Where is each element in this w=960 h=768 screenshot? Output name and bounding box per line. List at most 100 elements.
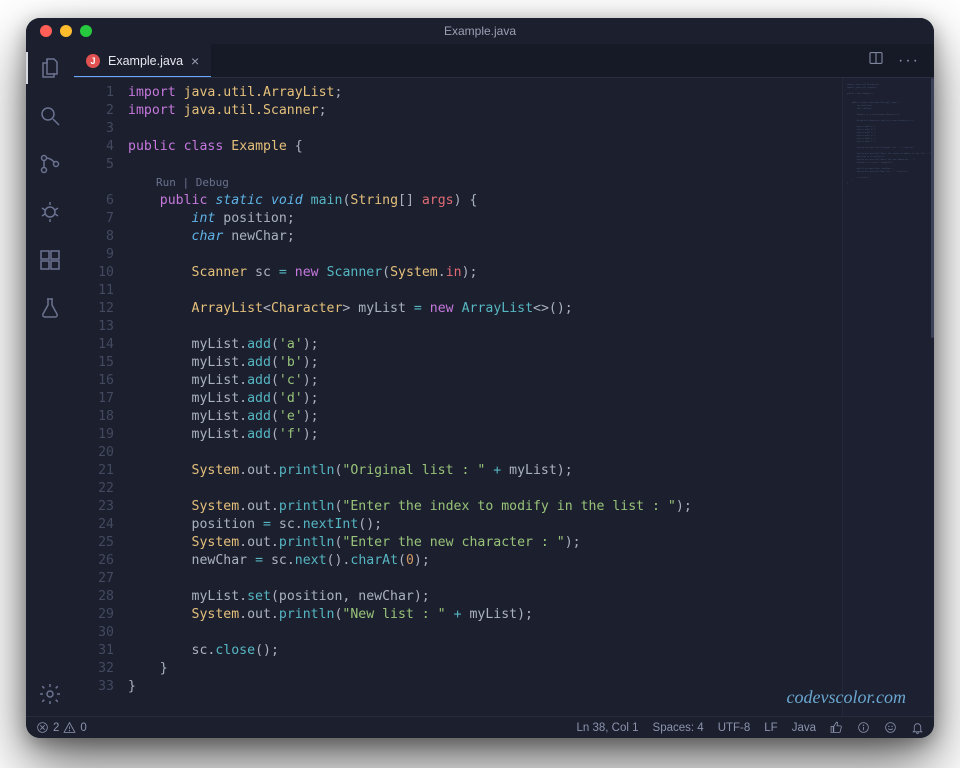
line-number: 7 bbox=[74, 210, 114, 228]
problems-status[interactable]: 2 0 bbox=[36, 721, 87, 734]
beaker-icon bbox=[38, 296, 62, 320]
code-line[interactable]: import java.util.Scanner; bbox=[128, 102, 842, 120]
line-number: 19 bbox=[74, 426, 114, 444]
line-number: 25 bbox=[74, 534, 114, 552]
tab-example-java[interactable]: J Example.java × bbox=[74, 44, 211, 77]
line-number: 14 bbox=[74, 336, 114, 354]
titlebar: Example.java bbox=[26, 18, 934, 44]
code-content[interactable]: import java.util.ArrayList;import java.u… bbox=[128, 84, 842, 696]
line-number: 20 bbox=[74, 444, 114, 462]
code-line[interactable]: Scanner sc = new Scanner(System.in); bbox=[128, 264, 842, 282]
code-line[interactable]: System.out.println("Enter the new charac… bbox=[128, 534, 842, 552]
tab-bar: J Example.java × ··· bbox=[74, 44, 934, 78]
thumbs-up-button[interactable] bbox=[830, 721, 843, 734]
line-number: 8 bbox=[74, 228, 114, 246]
code-line[interactable]: public class Example { bbox=[128, 138, 842, 156]
indentation-status[interactable]: Spaces: 4 bbox=[653, 722, 704, 734]
window-title: Example.java bbox=[26, 24, 934, 38]
code-line[interactable]: myList.add('e'); bbox=[128, 408, 842, 426]
code-line[interactable]: newChar = sc.next().charAt(0); bbox=[128, 552, 842, 570]
code-line[interactable]: position = sc.nextInt(); bbox=[128, 516, 842, 534]
line-number: 2 bbox=[74, 102, 114, 120]
source-control-tab[interactable] bbox=[26, 148, 74, 180]
more-actions-button[interactable]: ··· bbox=[898, 52, 920, 70]
cursor-position[interactable]: Ln 38, Col 1 bbox=[577, 722, 639, 734]
code-line[interactable]: myList.set(position, newChar); bbox=[128, 588, 842, 606]
activity-bar bbox=[26, 44, 74, 716]
line-number-gutter: 12345 6789101112131415161718192021222324… bbox=[74, 78, 128, 716]
editor-actions: ··· bbox=[868, 44, 934, 77]
line-number: 15 bbox=[74, 354, 114, 372]
warning-icon bbox=[63, 721, 76, 734]
code-line[interactable] bbox=[128, 246, 842, 264]
line-number: 28 bbox=[74, 588, 114, 606]
code-line[interactable] bbox=[128, 570, 842, 588]
status-bar: 2 0 Ln 38, Col 1 Spaces: 4 UTF-8 LF Java bbox=[26, 716, 934, 738]
codelens-run[interactable]: Run bbox=[156, 176, 176, 189]
line-number: 17 bbox=[74, 390, 114, 408]
code-line[interactable]: myList.add('a'); bbox=[128, 336, 842, 354]
language-mode[interactable]: Java bbox=[792, 722, 816, 734]
minimap-scrollbar[interactable] bbox=[931, 78, 934, 338]
line-number: 3 bbox=[74, 120, 114, 138]
testing-tab[interactable] bbox=[26, 292, 74, 324]
code-line[interactable] bbox=[128, 624, 842, 642]
line-number: 9 bbox=[74, 246, 114, 264]
code-line[interactable]: System.out.println("Original list : " + … bbox=[128, 462, 842, 480]
editor-area: J Example.java × ··· 12345 6789101112131… bbox=[74, 44, 934, 716]
extensions-icon bbox=[38, 248, 62, 272]
code-line[interactable]: sc.close(); bbox=[128, 642, 842, 660]
code-line[interactable]: myList.add('c'); bbox=[128, 372, 842, 390]
feedback-button[interactable] bbox=[884, 721, 897, 734]
split-icon bbox=[868, 50, 884, 66]
code-line[interactable]: myList.add('b'); bbox=[128, 354, 842, 372]
line-number: 21 bbox=[74, 462, 114, 480]
code-line[interactable]: ArrayList<Character> myList = new ArrayL… bbox=[128, 300, 842, 318]
code-line[interactable] bbox=[128, 318, 842, 336]
code-line[interactable]: System.out.println("Enter the index to m… bbox=[128, 498, 842, 516]
code-line[interactable] bbox=[128, 282, 842, 300]
search-tab[interactable] bbox=[26, 100, 74, 132]
eol-status[interactable]: LF bbox=[764, 722, 777, 734]
code-line[interactable] bbox=[128, 120, 842, 138]
code-line[interactable] bbox=[128, 156, 842, 174]
line-number: 10 bbox=[74, 264, 114, 282]
code-line[interactable]: import java.util.ArrayList; bbox=[128, 84, 842, 102]
codelens-debug[interactable]: Debug bbox=[196, 176, 229, 189]
line-number: 5 bbox=[74, 156, 114, 174]
line-number: 22 bbox=[74, 480, 114, 498]
thumbs-up-icon bbox=[830, 721, 843, 734]
code-line[interactable]: System.out.println("New list : " + myLis… bbox=[128, 606, 842, 624]
extensions-tab[interactable] bbox=[26, 244, 74, 276]
code-editor[interactable]: 12345 6789101112131415161718192021222324… bbox=[74, 78, 934, 716]
code-line[interactable]: char newChar; bbox=[128, 228, 842, 246]
minimap[interactable]: import java.util.ArrayList; import java.… bbox=[842, 78, 934, 716]
split-editor-button[interactable] bbox=[868, 50, 884, 71]
warning-count: 0 bbox=[80, 722, 86, 734]
code-line[interactable] bbox=[128, 444, 842, 462]
run-debug-tab[interactable] bbox=[26, 196, 74, 228]
explorer-tab[interactable] bbox=[26, 52, 74, 84]
code-line[interactable]: } bbox=[128, 660, 842, 678]
code-line[interactable]: } bbox=[128, 678, 842, 696]
code-line[interactable]: myList.add('d'); bbox=[128, 390, 842, 408]
settings-button[interactable] bbox=[26, 678, 74, 710]
info-button[interactable] bbox=[857, 721, 870, 734]
line-number: 27 bbox=[74, 570, 114, 588]
code-line[interactable]: int position; bbox=[128, 210, 842, 228]
line-number: 12 bbox=[74, 300, 114, 318]
search-icon bbox=[38, 104, 62, 128]
encoding-status[interactable]: UTF-8 bbox=[718, 722, 751, 734]
line-number: 16 bbox=[74, 372, 114, 390]
code-line[interactable] bbox=[128, 480, 842, 498]
codelens[interactable]: Run | Debug bbox=[128, 174, 842, 192]
code-line[interactable]: myList.add('f'); bbox=[128, 426, 842, 444]
line-number: 30 bbox=[74, 624, 114, 642]
code-line[interactable]: public static void main(String[] args) { bbox=[128, 192, 842, 210]
close-tab-button[interactable]: × bbox=[191, 53, 199, 69]
line-number: 1 bbox=[74, 84, 114, 102]
tab-label: Example.java bbox=[108, 54, 183, 68]
notifications-button[interactable] bbox=[911, 721, 924, 734]
line-number: 26 bbox=[74, 552, 114, 570]
smiley-icon bbox=[884, 721, 897, 734]
